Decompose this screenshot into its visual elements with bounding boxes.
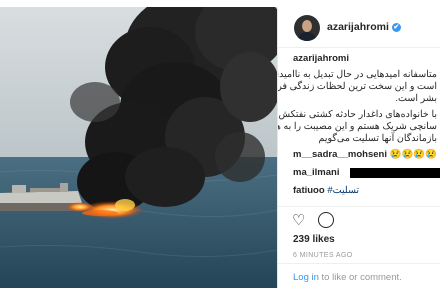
verified-badge-icon: ✔ — [391, 23, 401, 32]
login-prompt-text: to like or comment. — [318, 272, 402, 283]
comment-row: m__sadra__mohseni 😢😢😢😢 — [293, 149, 437, 160]
caption-line-2: است و این سخت ترین لحظات زندگی فردی — [278, 81, 437, 92]
post-photo-burning-tanker — [0, 7, 277, 288]
caption-line-5: سانچی شریک هستم و این مصیبت را به همه — [278, 121, 437, 132]
action-bar: ♡ — [278, 206, 440, 235]
login-link[interactable]: Log in — [293, 272, 319, 283]
caption-username[interactable]: azarijahromi — [293, 53, 349, 64]
avatar[interactable] — [294, 15, 320, 41]
tanker-fire-image — [0, 7, 277, 288]
comment-row: ma_ilmani — [293, 167, 339, 178]
post-timestamp[interactable]: 6 MINUTES AGO — [293, 252, 353, 259]
post-sidebar: azarijahromi ✔ azarijahromi متاسفانه امید… — [277, 7, 440, 288]
login-prompt: Log in to like or comment. — [278, 263, 440, 283]
caption-line-1: متاسفانه امیدهایی در حال تبدیل به ناامید… — [278, 69, 437, 80]
avatar-body-shape — [297, 32, 317, 41]
caption-line-3: بشر است. — [395, 93, 437, 104]
comment-username[interactable]: m__sadra__mohseni — [293, 149, 387, 160]
instagram-post: azarijahromi ✔ azarijahromi متاسفانه امید… — [0, 0, 440, 290]
comment-text: 😢😢😢😢 — [389, 149, 437, 160]
caption-line-6: بازماندگان آنها تسلیت می‌گویم — [318, 133, 437, 144]
comment-bubble-icon[interactable] — [318, 212, 334, 228]
comments-list: azarijahromi متاسفانه امیدهایی در حال تب… — [278, 51, 440, 206]
heart-outline-icon[interactable]: ♡ — [292, 213, 305, 228]
redacted-comment-bar — [350, 168, 440, 178]
comment-hashtag-link[interactable]: #تسلیت — [327, 185, 359, 196]
likes-count[interactable]: 239 likes — [293, 234, 335, 245]
header-username[interactable]: azarijahromi ✔ — [327, 21, 401, 33]
caption-line-4: با خانواده‌های داغدار حادثه کشتی نفتکش — [278, 109, 438, 120]
avatar-face-shape — [302, 20, 312, 32]
post-header: azarijahromi ✔ — [278, 7, 440, 48]
comment-username[interactable]: fatiuoo — [293, 185, 325, 196]
username-text[interactable]: azarijahromi — [327, 21, 389, 33]
comment-row: fatiuoo #تسلیت — [293, 185, 359, 196]
comment-username[interactable]: ma_ilmani — [293, 167, 339, 178]
